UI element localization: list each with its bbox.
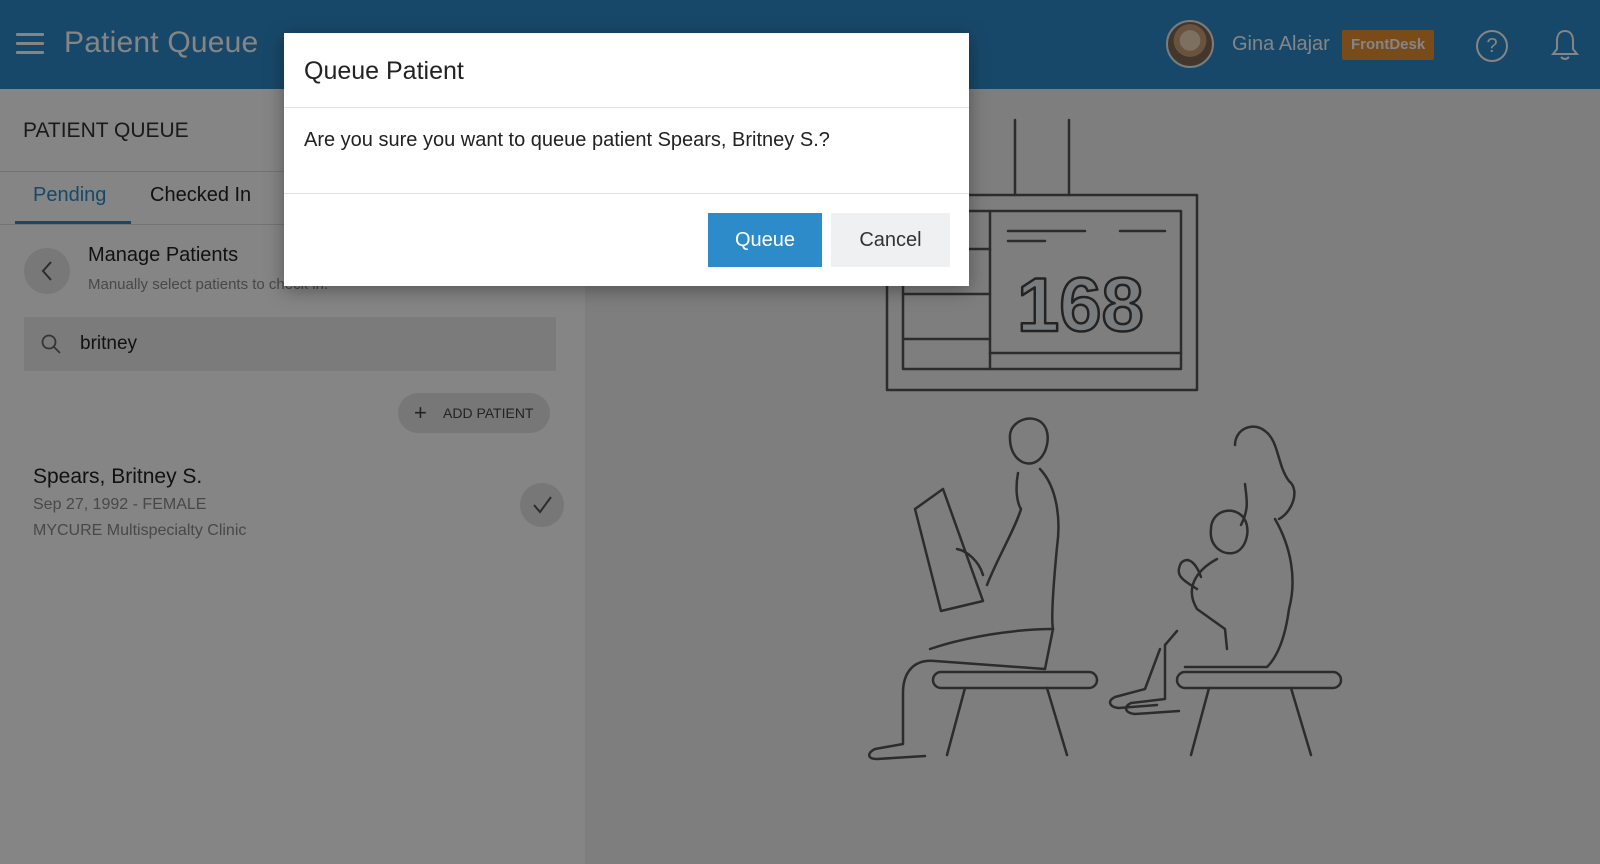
- divider: [284, 107, 969, 108]
- dialog-title: Queue Patient: [304, 57, 464, 85]
- queue-patient-dialog: Queue Patient Are you sure you want to q…: [284, 33, 969, 286]
- dialog-message: Are you sure you want to queue patient S…: [304, 129, 830, 151]
- cancel-button[interactable]: Cancel: [831, 213, 950, 267]
- divider: [284, 193, 969, 194]
- queue-button[interactable]: Queue: [708, 213, 822, 267]
